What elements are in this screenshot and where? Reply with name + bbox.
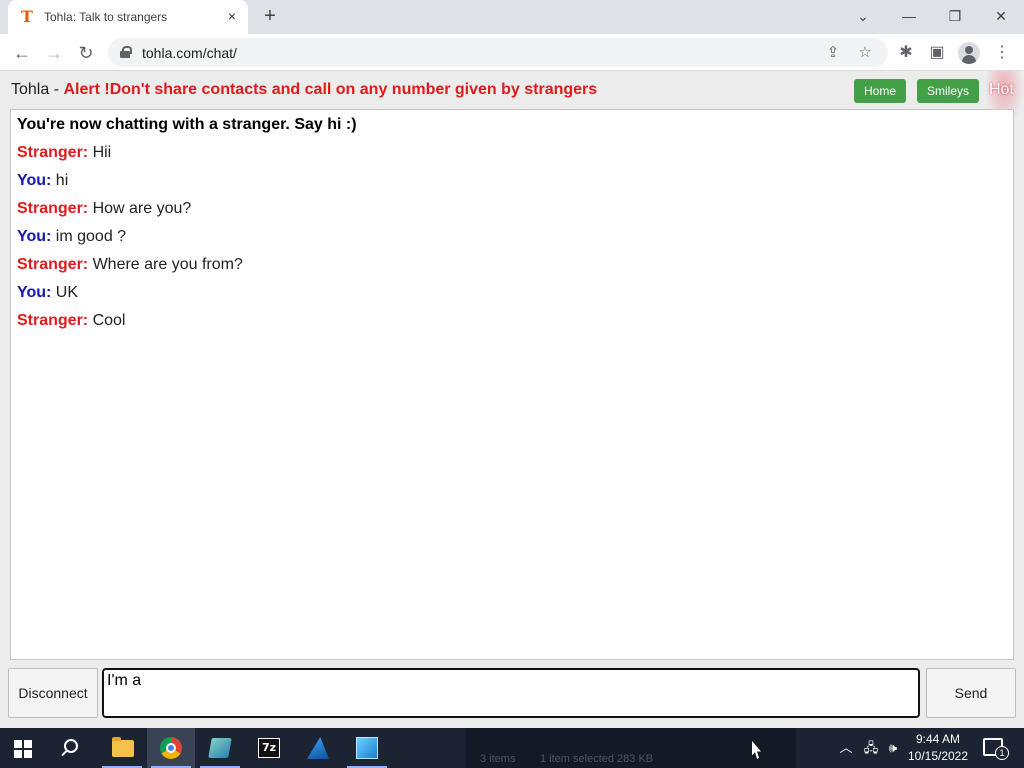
chat-message: Stranger: Where are you from? (17, 256, 243, 274)
message-input[interactable] (102, 668, 920, 718)
chat-message: Stranger: Cool (17, 312, 125, 330)
network-icon[interactable]: 🖧 (862, 738, 880, 758)
page-content: Tohla - Alert !Don't share contacts and … (0, 71, 1024, 728)
taskbar: 7z 3 items 1 item selected 283 KB ︿ 🖧 🕪 … (0, 728, 1024, 768)
message-sender: You: (17, 172, 52, 189)
message-text: Cool (88, 312, 126, 329)
message-text: How are you? (88, 200, 192, 217)
send-button[interactable]: Send (926, 668, 1016, 718)
message-sender: Stranger: (17, 312, 89, 329)
home-button[interactable]: Home (854, 79, 907, 103)
browser-menu-icon[interactable]: ⋮ (989, 40, 1015, 66)
share-icon[interactable]: ⇪ (822, 42, 844, 64)
message-sender: Stranger: (17, 144, 89, 161)
message-sender: You: (17, 228, 52, 245)
system-clock[interactable]: 9:44 AM 10/15/2022 (906, 731, 970, 765)
close-window-button[interactable]: ✕ (988, 4, 1014, 28)
tab-search-icon[interactable]: ⌄ (850, 4, 876, 28)
browser-tab[interactable]: T Tohla: Talk to strangers × (8, 0, 248, 34)
chat-message: Stranger: How are you? (17, 200, 191, 218)
tohla-favicon-icon: T (21, 7, 33, 26)
chat-message: You: UK (17, 284, 78, 302)
7zip-icon: 7z (258, 738, 280, 758)
restore-button[interactable]: ❐ (942, 4, 968, 28)
browser-tabstrip: T Tohla: Talk to strangers × + ⌄ — ❐ ✕ (0, 0, 1024, 34)
message-text: Where are you from? (88, 256, 243, 273)
app-window-icon (356, 737, 378, 759)
page-header: Tohla - Alert !Don't share contacts and … (11, 81, 597, 99)
notepad-icon (208, 738, 232, 758)
chat-log[interactable]: You're now chatting with a stranger. Say… (10, 109, 1014, 660)
address-bar[interactable]: tohla.com/chat/ ⇪ ☆ (108, 38, 888, 67)
minimize-button[interactable]: — (896, 4, 922, 28)
profile-avatar-icon[interactable] (958, 42, 980, 64)
browser-toolbar: ← → ↻ tohla.com/chat/ ⇪ ☆ ✱ ▣ ⋮ (0, 34, 1024, 71)
extensions-icon[interactable]: ✱ (893, 40, 919, 66)
tab-close-icon[interactable]: × (224, 8, 240, 24)
explorer-status-peek: 3 items 1 item selected 283 KB (466, 728, 796, 768)
message-text: UK (51, 284, 79, 301)
windows-logo-icon (14, 740, 32, 758)
file-explorer-icon (112, 737, 134, 757)
message-sender: Stranger: (17, 200, 89, 217)
clock-time: 9:44 AM (915, 732, 961, 746)
chrome-icon (160, 737, 182, 759)
side-panel-icon[interactable]: ▣ (924, 40, 950, 66)
search-icon (64, 739, 78, 753)
site-brand: Tohla (11, 81, 50, 98)
reload-button[interactable]: ↻ (73, 40, 99, 66)
chat-message: You: hi (17, 172, 68, 190)
new-tab-button[interactable]: + (259, 5, 281, 27)
url-text[interactable]: tohla.com/chat/ (142, 45, 237, 61)
peek-selection: 1 item selected 283 KB (540, 753, 654, 765)
message-text: im good ? (51, 228, 127, 245)
hot-label: Hot (989, 81, 1014, 98)
header-separator: - (49, 81, 64, 98)
chat-message: You: im good ? (17, 228, 126, 246)
disconnect-button[interactable]: Disconnect (8, 668, 98, 718)
forward-button[interactable]: → (41, 40, 67, 66)
message-text: Hii (88, 144, 112, 161)
smileys-button[interactable]: Smileys (917, 79, 980, 103)
message-sender: Stranger: (17, 256, 89, 273)
lock-icon[interactable] (120, 46, 132, 58)
volume-icon[interactable]: 🕪 (884, 738, 902, 758)
chat-message: Stranger: Hii (17, 144, 111, 162)
start-button[interactable] (0, 728, 48, 768)
notification-count: 1 (995, 746, 1009, 760)
tray-chevron-icon[interactable]: ︿ (838, 738, 854, 758)
message-text: hi (51, 172, 69, 189)
chat-intro: You're now chatting with a stranger. Say… (17, 116, 357, 133)
peek-items-count: 3 items (480, 753, 516, 765)
clock-date: 10/15/2022 (907, 749, 969, 763)
bookmark-star-icon[interactable]: ☆ (854, 42, 876, 64)
tab-title: Tohla: Talk to strangers (44, 10, 168, 24)
safety-alert: Alert !Don't share contacts and call on … (63, 81, 598, 98)
back-button[interactable]: ← (9, 40, 35, 66)
message-sender: You: (17, 284, 52, 301)
